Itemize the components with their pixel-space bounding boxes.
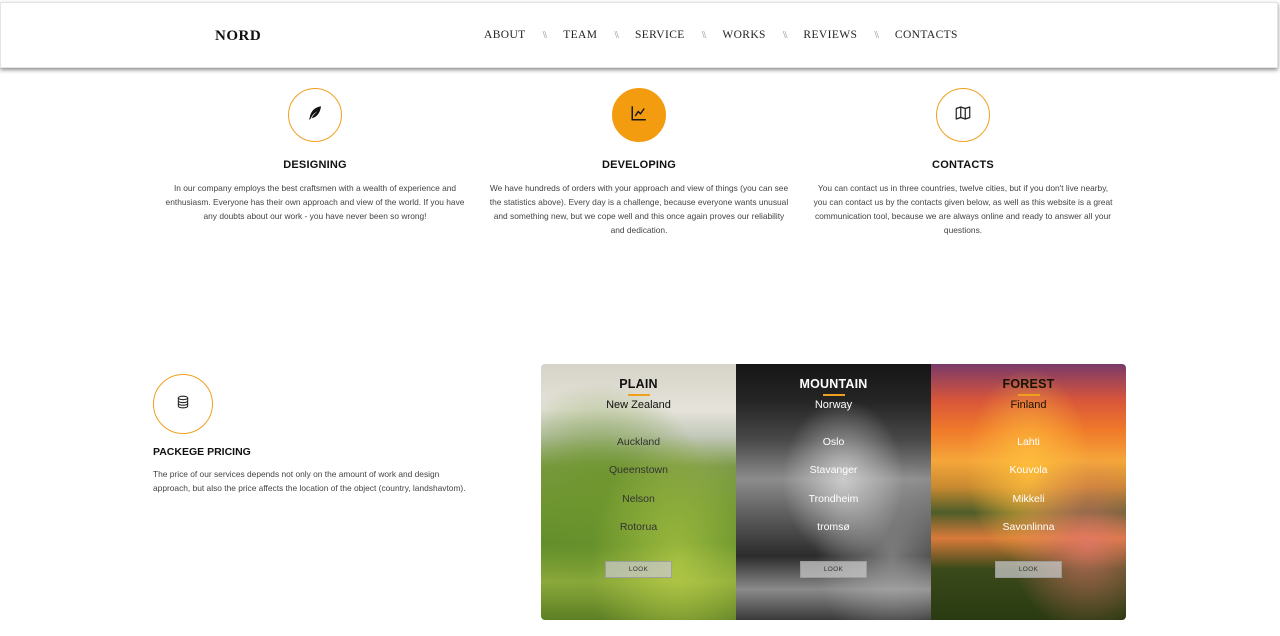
card-title: FOREST bbox=[1002, 377, 1055, 391]
feature-text: We have hundreds of orders with your app… bbox=[489, 183, 789, 235]
logo[interactable]: NORD bbox=[215, 28, 261, 45]
card-title-underline bbox=[1017, 394, 1040, 396]
nav-separator: \\ bbox=[782, 29, 787, 41]
look-button[interactable]: LOOK bbox=[800, 560, 867, 578]
main-nav: ABOUT \\ TEAM \\ SERVICE \\ WORKS \\ REV… bbox=[484, 29, 958, 41]
city-list: Oslo Stavanger Trondheim tromsø bbox=[736, 435, 931, 549]
feather-icon bbox=[306, 104, 324, 127]
card-title: PLAIN bbox=[619, 377, 658, 391]
nav-separator: \\ bbox=[542, 29, 547, 41]
look-button[interactable]: LOOK bbox=[995, 560, 1062, 578]
city-item: Kouvola bbox=[1009, 464, 1048, 476]
feature-contacts: CONTACTS You can contact us in three cou… bbox=[813, 88, 1113, 237]
nav-about[interactable]: ABOUT bbox=[484, 29, 526, 41]
nav-contacts[interactable]: CONTACTS bbox=[895, 29, 958, 41]
site-header: NORD ABOUT \\ TEAM \\ SERVICE \\ WORKS \… bbox=[0, 2, 1278, 68]
city-item: Trondheim bbox=[808, 492, 859, 505]
card-country: Norway bbox=[814, 398, 853, 411]
city-item: Oslo bbox=[822, 435, 845, 448]
nav-team[interactable]: TEAM bbox=[563, 29, 597, 41]
feature-title: DESIGNING bbox=[283, 159, 347, 171]
city-item: Rotorua bbox=[619, 521, 658, 533]
package-pricing: PACKEGE PRICING The price of our service… bbox=[153, 374, 473, 495]
card-title: MOUNTAIN bbox=[799, 377, 868, 391]
map-icon bbox=[954, 104, 972, 127]
feature-icon-circle bbox=[612, 88, 666, 142]
nav-separator: \\ bbox=[701, 29, 706, 41]
nav-separator: \\ bbox=[874, 29, 878, 41]
feature-icon-circle bbox=[288, 88, 342, 142]
card-country: New Zealand bbox=[606, 398, 671, 411]
card-title-underline bbox=[822, 394, 845, 396]
feature-designing: DESIGNING In our company employs the bes… bbox=[165, 88, 465, 223]
city-item: Mikkeli bbox=[1012, 492, 1045, 505]
pricing-icon-circle bbox=[153, 374, 213, 434]
feature-icon-circle bbox=[936, 88, 990, 142]
look-button[interactable]: LOOK bbox=[605, 560, 672, 578]
pricing-card-plain: PLAIN New Zealand Auckland Queenstown Ne… bbox=[541, 364, 736, 620]
nav-service[interactable]: SERVICE bbox=[635, 29, 685, 41]
pricing-card-forest: FOREST Finland Lahti Kouvola Mikkeli Sav… bbox=[931, 364, 1126, 620]
city-item: tromsø bbox=[817, 521, 850, 533]
city-list: Auckland Queenstown Nelson Rotorua bbox=[541, 435, 736, 549]
card-title-underline bbox=[627, 394, 650, 396]
city-item: Queenstown bbox=[609, 464, 668, 476]
pricing-title: PACKEGE PRICING bbox=[153, 446, 251, 458]
card-country: Finland bbox=[1010, 398, 1047, 411]
nav-reviews[interactable]: REVIEWS bbox=[803, 29, 857, 41]
city-item: Lahti bbox=[1017, 435, 1040, 448]
feature-title: CONTACTS bbox=[932, 159, 994, 171]
feature-title: DEVELOPING bbox=[601, 159, 677, 171]
city-item: Savonlinna bbox=[1002, 521, 1055, 533]
pricing-text: The price of our services depends not on… bbox=[153, 469, 466, 493]
feature-text: You can contact us in three countries, t… bbox=[813, 183, 1113, 235]
pricing-card-mountain: MOUNTAIN Norway Oslo Stavanger Trondheim… bbox=[736, 364, 931, 620]
city-item: Nelson bbox=[622, 492, 655, 505]
city-item: Auckland bbox=[616, 435, 661, 448]
database-icon bbox=[176, 395, 190, 414]
city-item: Stavanger bbox=[809, 464, 858, 476]
feature-text: In our company employs the best craftsme… bbox=[165, 183, 465, 221]
nav-separator: \\ bbox=[614, 29, 618, 41]
nav-works[interactable]: WORKS bbox=[722, 29, 766, 41]
city-list: Lahti Kouvola Mikkeli Savonlinna bbox=[931, 435, 1126, 549]
line-chart-icon bbox=[630, 104, 648, 127]
feature-developing: DEVELOPING We have hundreds of orders wi… bbox=[489, 88, 789, 237]
